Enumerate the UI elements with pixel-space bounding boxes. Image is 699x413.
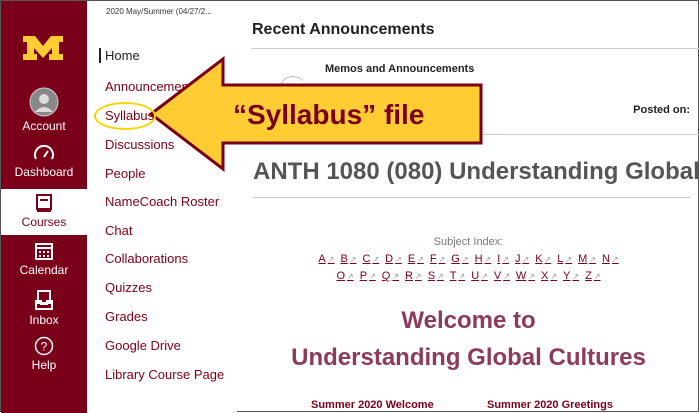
callout-label: “Syllabus” file xyxy=(233,99,425,130)
syllabus-highlight-ring xyxy=(94,102,156,130)
callout-arrow xyxy=(148,55,483,173)
